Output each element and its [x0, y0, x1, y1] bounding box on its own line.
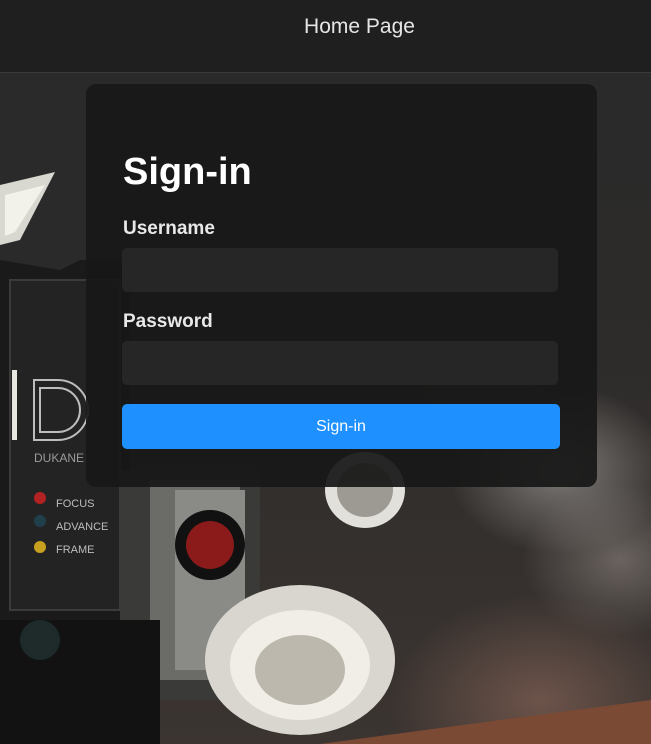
page: DUKANE FOCUS ADVANCE FRAME Home Page Sig…: [0, 0, 651, 744]
password-label: Password: [123, 311, 213, 332]
top-navbar: Home Page: [0, 0, 651, 73]
projector-control-frame: FRAME: [56, 544, 95, 556]
projector-control-advance: ADVANCE: [56, 521, 108, 533]
signin-title: Sign-in: [123, 151, 252, 193]
password-input[interactable]: [122, 341, 558, 385]
username-label: Username: [123, 218, 215, 239]
signin-button[interactable]: Sign-in: [122, 404, 560, 449]
home-page-link[interactable]: Home Page: [0, 14, 651, 40]
projector-control-focus: FOCUS: [56, 498, 95, 510]
signin-card: Sign-in Username Password Sign-in: [86, 84, 597, 487]
projector-brand-text: DUKANE: [34, 451, 84, 465]
username-input[interactable]: [122, 248, 558, 292]
